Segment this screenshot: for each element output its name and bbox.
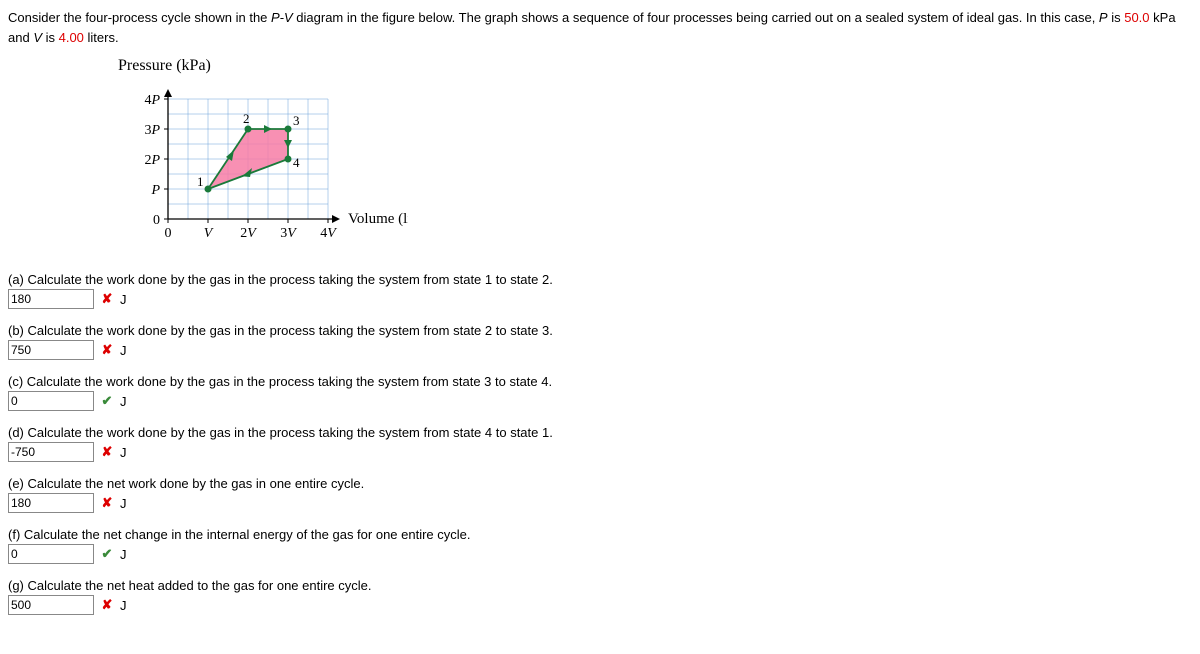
P-var: P [1099, 10, 1108, 25]
question-e-text: (e) Calculate the net work done by the g… [8, 476, 1192, 491]
svg-text:4: 4 [293, 155, 300, 170]
svg-text:1: 1 [197, 174, 204, 189]
correct-icon: ✔ [100, 394, 114, 408]
svg-text:0: 0 [153, 213, 160, 228]
text: is [1108, 10, 1125, 25]
question-b-text: (b) Calculate the work done by the gas i… [8, 323, 1192, 338]
question-c-text: (c) Calculate the work done by the gas i… [8, 374, 1192, 389]
pv-var: P-V [271, 10, 293, 25]
question-e: (e) Calculate the net work done by the g… [8, 476, 1192, 513]
correct-icon: ✔ [100, 547, 114, 561]
answer-b-input[interactable] [8, 340, 94, 360]
answer-f-input[interactable] [8, 544, 94, 564]
unit-label: J [120, 598, 127, 613]
svg-text:2V: 2V [240, 226, 257, 241]
P-value: 50.0 [1124, 10, 1149, 25]
text: is [42, 30, 59, 45]
question-a: (a) Calculate the work done by the gas i… [8, 272, 1192, 309]
wrong-icon: ✘ [100, 343, 114, 357]
text: diagram in the figure below. The graph s… [293, 10, 1099, 25]
unit-label: J [120, 343, 127, 358]
svg-text:2P: 2P [144, 153, 160, 168]
question-f-text: (f) Calculate the net change in the inte… [8, 527, 1192, 542]
unit-label: J [120, 496, 127, 511]
unit-label: J [120, 394, 127, 409]
svg-text:0: 0 [165, 226, 172, 241]
question-d-text: (d) Calculate the work done by the gas i… [8, 425, 1192, 440]
question-b: (b) Calculate the work done by the gas i… [8, 323, 1192, 360]
svg-text:3: 3 [293, 113, 300, 128]
wrong-icon: ✘ [100, 445, 114, 459]
answer-e-input[interactable] [8, 493, 94, 513]
svg-text:2: 2 [243, 111, 250, 126]
V-value: 4.00 [59, 30, 84, 45]
answer-c-input[interactable] [8, 391, 94, 411]
V-var: V [33, 30, 42, 45]
question-d: (d) Calculate the work done by the gas i… [8, 425, 1192, 462]
answer-g-input[interactable] [8, 595, 94, 615]
question-f: (f) Calculate the net change in the inte… [8, 527, 1192, 564]
svg-text:Volume (liters): Volume (liters) [348, 211, 408, 227]
text: Consider the four-process cycle shown in… [8, 10, 271, 25]
wrong-icon: ✘ [100, 496, 114, 510]
svg-text:4V: 4V [320, 226, 337, 241]
text: liters. [84, 30, 119, 45]
svg-text:P: P [150, 183, 160, 198]
answer-d-input[interactable] [8, 442, 94, 462]
question-c: (c) Calculate the work done by the gas i… [8, 374, 1192, 411]
unit-label: J [120, 445, 127, 460]
problem-statement: Consider the four-process cycle shown in… [8, 8, 1192, 47]
diagram-title: Pressure (kPa) [118, 57, 1192, 75]
svg-text:3P: 3P [144, 123, 160, 138]
unit-label: J [120, 292, 127, 307]
wrong-icon: ✘ [100, 598, 114, 612]
wrong-icon: ✘ [100, 292, 114, 306]
question-g: (g) Calculate the net heat added to the … [8, 578, 1192, 615]
svg-text:V: V [204, 226, 214, 241]
unit-label: J [120, 547, 127, 562]
question-a-text: (a) Calculate the work done by the gas i… [8, 272, 1192, 287]
question-g-text: (g) Calculate the net heat added to the … [8, 578, 1192, 593]
svg-text:4P: 4P [144, 93, 160, 108]
pv-diagram: Pressure (kPa) [108, 57, 1192, 252]
answer-a-input[interactable] [8, 289, 94, 309]
svg-text:3V: 3V [280, 226, 297, 241]
pv-diagram-svg: 1 2 3 4 0 P 2P 3P 4P 0 V 2V 3V 4V Volume… [108, 79, 408, 249]
